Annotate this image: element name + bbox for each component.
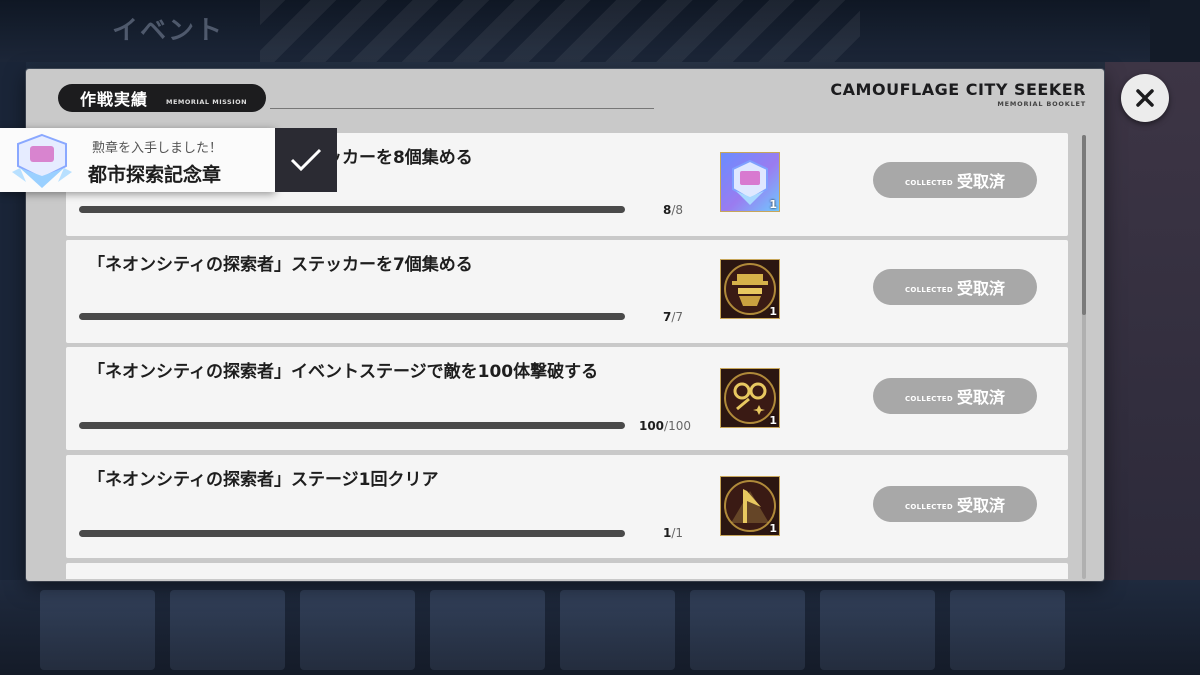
brand-subtitle: MEMORIAL BOOKLET bbox=[997, 100, 1086, 108]
mission-title: 「ネオンシティの探索者」ステッカーを7個集める bbox=[88, 255, 473, 275]
progress-total: /100 bbox=[664, 419, 691, 433]
collected-button[interactable]: COLLECTED 受取済 bbox=[873, 486, 1037, 522]
collected-button[interactable]: COLLECTED 受取済 bbox=[873, 378, 1037, 414]
background-card bbox=[560, 590, 675, 670]
progress-value: 100 bbox=[638, 419, 665, 433]
background-card bbox=[430, 590, 545, 670]
collected-button[interactable]: COLLECTED 受取済 bbox=[873, 162, 1037, 198]
collected-button[interactable]: COLLECTED 受取済 bbox=[873, 269, 1037, 305]
progress-bar bbox=[79, 530, 625, 537]
collected-label: 受取済 bbox=[956, 496, 1005, 515]
reward-slot[interactable]: 1 bbox=[720, 476, 780, 536]
background-card bbox=[690, 590, 805, 670]
mission-row-partial bbox=[66, 563, 1068, 579]
progress-count: 8/8 bbox=[663, 203, 683, 217]
background-card bbox=[300, 590, 415, 670]
toast-message: 勲章を入手しました！ bbox=[92, 141, 223, 156]
progress-bar bbox=[79, 206, 625, 213]
toast-body: 勲章を入手しました！ 都市探索記念章 bbox=[0, 128, 275, 192]
reward-slot[interactable]: 1 bbox=[720, 152, 780, 212]
reward-quantity: 1 bbox=[769, 414, 777, 427]
collected-small-label: COLLECTED bbox=[904, 286, 953, 294]
background-stripes bbox=[260, 0, 860, 62]
scrollbar-thumb[interactable] bbox=[1082, 135, 1086, 315]
progress-bar bbox=[79, 422, 625, 429]
dialog-tab: 作戦実績 MEMORIAL MISSION bbox=[58, 84, 266, 112]
mission-row: 「ネオンシティの探索者」ステッカーを7個集める 7/7 1 COLLECTED … bbox=[66, 240, 1068, 343]
dialog-tab-subtitle: MEMORIAL MISSION bbox=[166, 98, 248, 106]
reward-quantity: 1 bbox=[769, 198, 777, 211]
reward-slot[interactable]: 1 bbox=[720, 368, 780, 428]
toast-medal-name: 都市探索記念章 bbox=[88, 164, 222, 186]
brand-title: CAMOUFLAGE CITY SEEKER bbox=[830, 80, 1086, 99]
dialog-tab-title: 作戦実績 bbox=[80, 90, 149, 109]
progress-bar bbox=[79, 313, 625, 320]
checkmark-icon bbox=[290, 148, 322, 172]
mission-row: 「ネオンシティの探索者」イベントステージで敵を100体撃破する 100/100 … bbox=[66, 347, 1068, 450]
background-right-bar bbox=[1150, 0, 1200, 62]
mission-title: 「ネオンシティの探索者」イベントステージで敵を100体撃破する bbox=[88, 362, 599, 382]
collected-label: 受取済 bbox=[956, 172, 1005, 191]
background-card bbox=[170, 590, 285, 670]
medal-icon bbox=[12, 133, 72, 188]
tab-underline bbox=[270, 108, 654, 109]
mission-title: 「ネオンシティの探索者」ステージ1回クリア bbox=[88, 470, 439, 490]
progress-total: /7 bbox=[671, 310, 683, 324]
collected-small-label: COLLECTED bbox=[904, 179, 953, 187]
mission-list[interactable]: 「ネオンシティの探索者」ステッカーを8個集める 8/8 1 COLLECTED … bbox=[66, 133, 1068, 579]
progress-total: /1 bbox=[671, 526, 683, 540]
progress-count: 7/7 bbox=[663, 310, 683, 324]
background-card bbox=[820, 590, 935, 670]
collected-small-label: COLLECTED bbox=[904, 503, 953, 511]
reward-quantity: 1 bbox=[769, 305, 777, 318]
collected-label: 受取済 bbox=[956, 388, 1005, 407]
collected-label: 受取済 bbox=[956, 279, 1005, 298]
progress-total: /8 bbox=[671, 203, 683, 217]
medal-acquired-toast: 勲章を入手しました！ 都市探索記念章 bbox=[0, 128, 337, 192]
background-right-panel bbox=[1105, 62, 1200, 582]
toast-confirm-button[interactable] bbox=[275, 128, 337, 192]
close-button[interactable] bbox=[1121, 74, 1169, 122]
background-title: イベント bbox=[112, 16, 225, 46]
close-icon bbox=[1136, 89, 1154, 107]
reward-slot[interactable]: 1 bbox=[720, 259, 780, 319]
reward-quantity: 1 bbox=[769, 522, 777, 535]
background-card bbox=[40, 590, 155, 670]
progress-count: 100/100 bbox=[639, 419, 691, 433]
collected-small-label: COLLECTED bbox=[904, 395, 953, 403]
progress-count: 1/1 bbox=[663, 526, 683, 540]
background-card bbox=[950, 590, 1065, 670]
mission-row: 「ネオンシティの探索者」ステージ1回クリア 1/1 1 COLLECTED 受取… bbox=[66, 455, 1068, 558]
